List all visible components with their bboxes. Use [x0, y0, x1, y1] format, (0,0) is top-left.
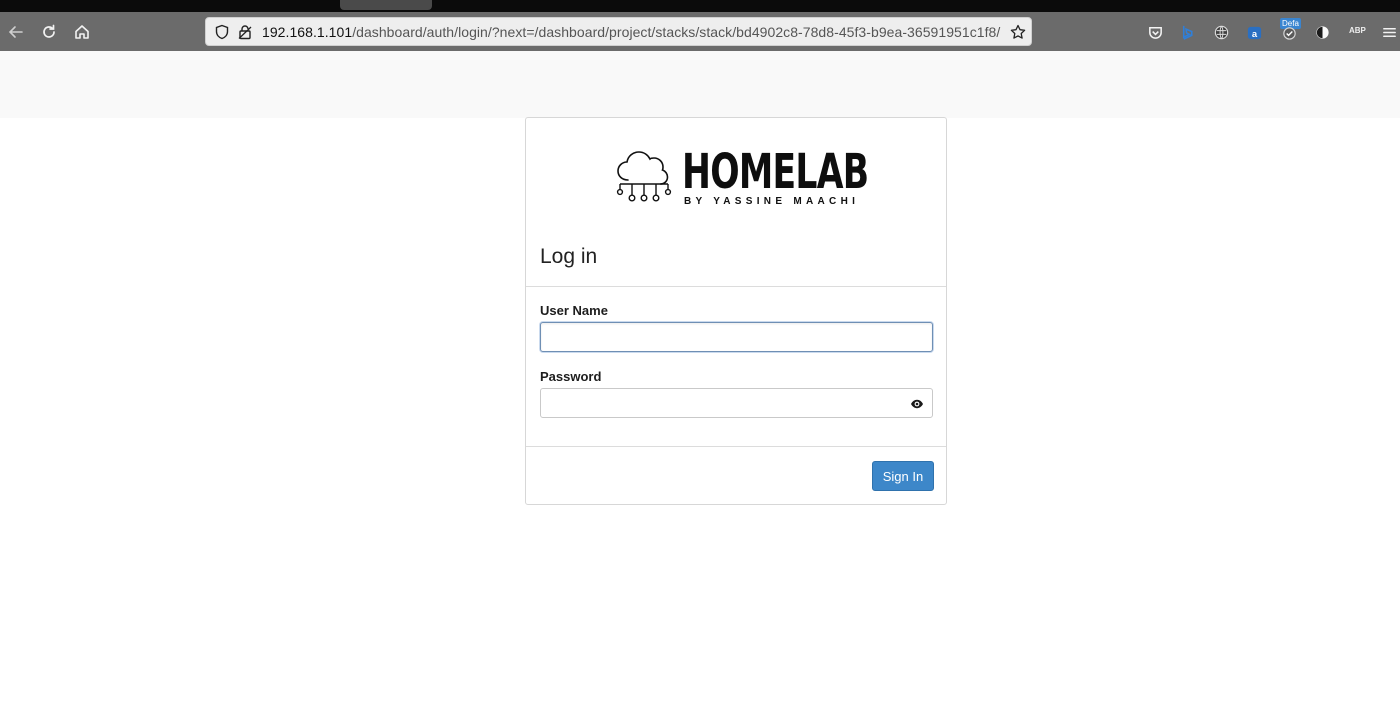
url-path: /dashboard/auth/login/?next=/dashboard/p… [352, 24, 1001, 40]
reload-icon[interactable] [37, 20, 61, 44]
footer-divider [526, 446, 946, 447]
url-host: 192.168.1.101 [262, 24, 353, 40]
active-tab[interactable] [340, 0, 432, 10]
address-bar[interactable]: 192.168.1.101/dashboard/auth/login/?next… [205, 17, 1032, 46]
logo-brand-text: HOMELAB [682, 144, 869, 200]
cloud-network-icon [616, 151, 672, 202]
browser-toolbar: 192.168.1.101/dashboard/auth/login/?next… [0, 12, 1400, 51]
title-divider [526, 286, 946, 287]
globe-icon[interactable] [1212, 23, 1230, 41]
sign-in-button[interactable]: Sign In [872, 461, 934, 491]
url-text[interactable]: 192.168.1.101/dashboard/auth/login/?next… [262, 24, 1000, 40]
logo-byline: BY YASSINE MAACHI [684, 196, 860, 207]
back-icon[interactable] [4, 20, 28, 44]
svg-text:a: a [1251, 28, 1257, 39]
adblock-icon[interactable] [1280, 23, 1298, 41]
vpn-icon[interactable] [1313, 23, 1331, 41]
username-input[interactable] [540, 322, 933, 352]
home-icon[interactable] [70, 20, 94, 44]
tab-strip [0, 0, 1400, 12]
username-label: User Name [540, 303, 608, 318]
homelab-logo: HOMELAB BY YASSINE MAACHI [614, 146, 869, 212]
password-label: Password [540, 369, 602, 384]
tracking-shield-icon[interactable] [214, 24, 230, 40]
password-input[interactable] [540, 388, 933, 418]
eye-icon[interactable] [910, 397, 924, 411]
translate-icon[interactable]: a [1245, 23, 1263, 41]
abp-extension[interactable]: ABP [1349, 26, 1366, 35]
page-title: Log in [540, 245, 598, 268]
page-header-band [0, 51, 1400, 118]
hamburger-menu-icon[interactable] [1380, 23, 1398, 41]
bookmark-star-icon[interactable] [1010, 24, 1026, 40]
lock-icon[interactable] [237, 24, 253, 40]
bing-icon[interactable] [1178, 23, 1196, 41]
pocket-icon[interactable] [1146, 23, 1164, 41]
login-card: HOMELAB BY YASSINE MAACHI Log in User Na… [525, 117, 947, 505]
